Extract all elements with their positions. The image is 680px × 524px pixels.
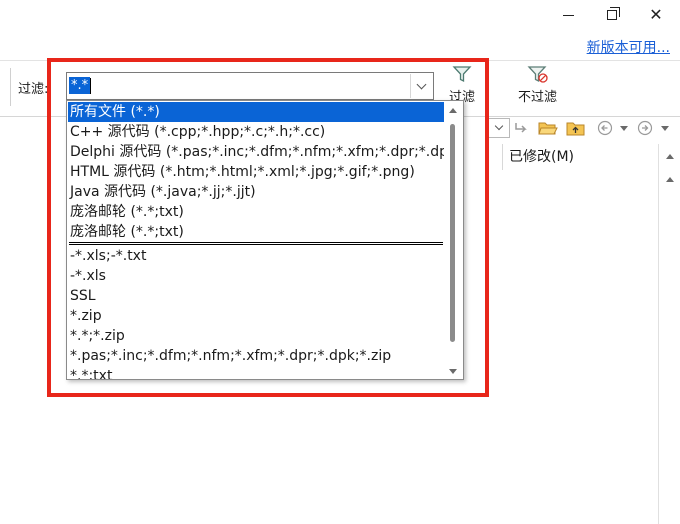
go-arrow-button[interactable] bbox=[512, 120, 532, 136]
folder-up-icon bbox=[566, 122, 585, 136]
back-history-dropdown[interactable] bbox=[618, 120, 630, 136]
parent-folder-button[interactable] bbox=[566, 120, 586, 136]
filter-label: 过滤: bbox=[18, 82, 49, 97]
dropdown-item[interactable]: 所有文件 (*.*) bbox=[68, 102, 446, 122]
scroll-down-icon[interactable] bbox=[449, 369, 457, 374]
minimize-button[interactable] bbox=[546, 0, 590, 30]
filter-dropdown-list[interactable]: 所有文件 (*.*) C++ 源代码 (*.cpp;*.hpp;*.c;*.h;… bbox=[66, 100, 464, 380]
dropdown-item[interactable]: C++ 源代码 (*.cpp;*.hpp;*.c;*.h;*.cc) bbox=[68, 122, 446, 142]
close-button[interactable]: ✕ bbox=[634, 0, 678, 30]
forward-button[interactable] bbox=[636, 120, 656, 136]
arrow-down-right-icon bbox=[515, 123, 527, 133]
triangle-down-icon bbox=[661, 125, 669, 131]
close-icon: ✕ bbox=[649, 5, 663, 24]
history-item[interactable]: -*.xls bbox=[68, 266, 446, 286]
no-filter-button[interactable]: 不过滤 bbox=[518, 64, 557, 105]
path-dropdown-button[interactable] bbox=[488, 118, 510, 138]
history-item[interactable]: *.zip bbox=[68, 306, 446, 326]
scroll-up-icon[interactable] bbox=[449, 108, 457, 113]
modified-column-header[interactable]: 已修改(M) bbox=[502, 144, 660, 170]
forward-history-dropdown[interactable] bbox=[658, 120, 672, 136]
scrollbar-thumb[interactable] bbox=[450, 124, 455, 342]
minimize-icon bbox=[562, 14, 574, 16]
sort-up-icon bbox=[666, 154, 674, 159]
arrow-right-circle-icon bbox=[637, 120, 653, 136]
dropdown-item[interactable]: Delphi 源代码 (*.pas;*.inc;*.dfm;*.nfm;*.xf… bbox=[68, 142, 446, 162]
dropdown-divider bbox=[69, 242, 443, 245]
funnel-remove-icon bbox=[527, 66, 548, 83]
folder-open-icon bbox=[538, 122, 558, 135]
restore-button[interactable] bbox=[590, 0, 634, 30]
triangle-down-icon bbox=[620, 125, 628, 131]
restore-icon bbox=[607, 7, 620, 20]
chevron-down-icon bbox=[494, 121, 503, 131]
toolbar-separator bbox=[10, 68, 11, 106]
arrow-left-circle-icon bbox=[597, 120, 613, 136]
update-available-link[interactable]: 新版本可用... bbox=[587, 37, 670, 57]
dropdown-item[interactable]: Java 源代码 (*.java;*.jj;*.jjt) bbox=[68, 182, 446, 202]
scroll-up-icon[interactable] bbox=[666, 177, 674, 182]
open-folder-button[interactable] bbox=[538, 120, 558, 136]
back-button[interactable] bbox=[596, 120, 616, 136]
dropdown-item[interactable]: 庞洛邮轮 (*.*;txt) bbox=[68, 222, 446, 242]
dropdown-item[interactable]: HTML 源代码 (*.htm;*.html;*.xml;*.jpg;*.gif… bbox=[68, 162, 446, 182]
no-filter-button-label: 不过滤 bbox=[518, 90, 558, 105]
dropdown-scrollbar[interactable] bbox=[444, 102, 462, 378]
history-item[interactable]: SSL bbox=[68, 286, 446, 306]
history-item[interactable]: *.*;txt bbox=[68, 366, 446, 379]
history-item[interactable]: -*.xls;-*.txt bbox=[68, 246, 446, 266]
dropdown-item[interactable]: 庞洛邮轮 (*.*;txt) bbox=[68, 202, 446, 222]
history-item[interactable]: *.pas;*.inc;*.dfm;*.nfm;*.xfm;*.dpr;*.dp… bbox=[68, 346, 446, 366]
history-item[interactable]: *.*;*.zip bbox=[68, 326, 446, 346]
file-list-scrollbar[interactable] bbox=[658, 144, 680, 524]
